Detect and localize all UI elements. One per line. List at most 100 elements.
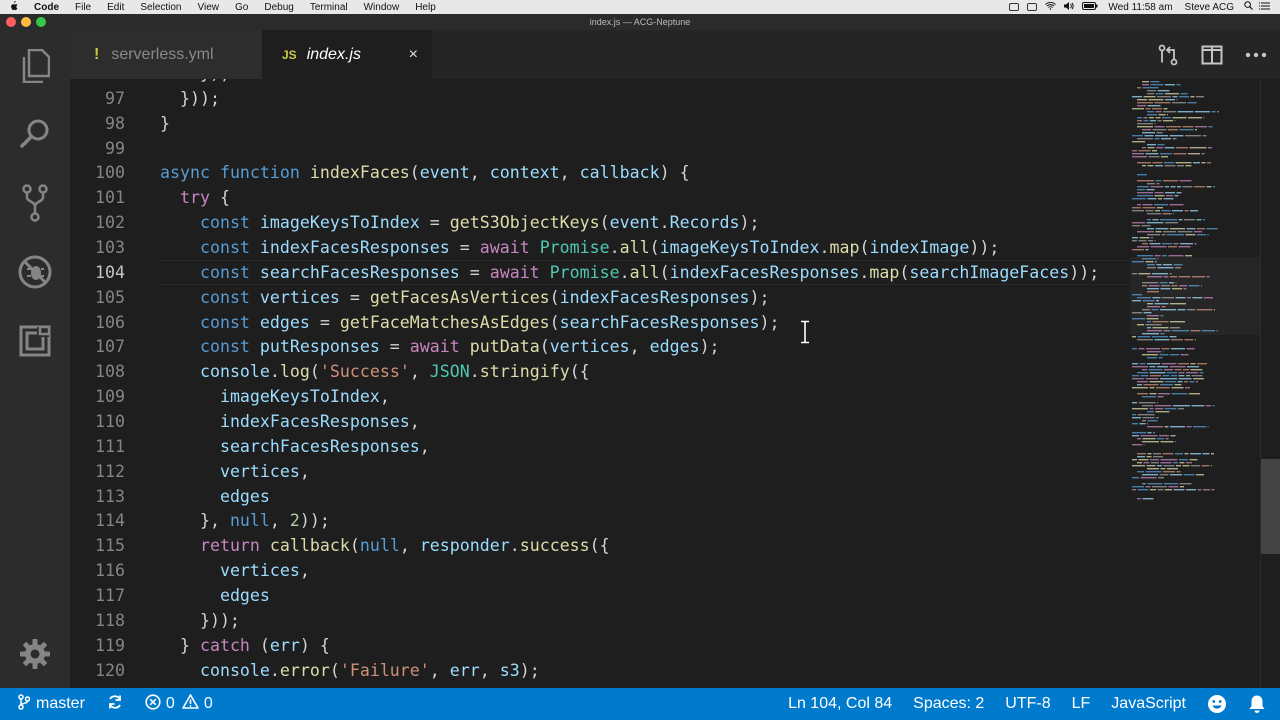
- spotlight-search-icon[interactable]: [1244, 1, 1253, 13]
- sync-button[interactable]: [107, 694, 123, 715]
- code-text: searchFacesResponses,: [219, 436, 430, 456]
- end-of-line[interactable]: LF: [1072, 695, 1091, 713]
- minimize-window-button[interactable]: [21, 17, 31, 27]
- line-number: 105: [95, 287, 125, 307]
- code-line[interactable]: 101 try {: [70, 185, 1130, 210]
- code-line[interactable]: 120 console.error('Failure', err, s3);: [70, 658, 1130, 683]
- code-line[interactable]: 102 const imageKeysToIndex = getS3Object…: [70, 210, 1130, 235]
- line-number: 107: [95, 337, 125, 357]
- code-line[interactable]: 114 }, null, 2));: [70, 508, 1130, 533]
- line-number: 115: [95, 536, 125, 556]
- code-text: const searchFacesResponses = await Promi…: [199, 262, 1100, 282]
- sync-icon: [107, 694, 123, 715]
- code-line[interactable]: 119 } catch (err) {: [70, 633, 1130, 658]
- line-number: 108: [95, 362, 125, 382]
- language-mode[interactable]: JavaScript: [1111, 695, 1186, 713]
- tab-index-js[interactable]: JS index.js ×: [262, 30, 432, 79]
- menu-file[interactable]: File: [67, 2, 99, 13]
- gear-icon[interactable]: [15, 634, 55, 674]
- more-actions-icon[interactable]: [1242, 41, 1270, 69]
- open-changes-icon[interactable]: [1154, 41, 1182, 69]
- menu-selection[interactable]: Selection: [132, 2, 189, 13]
- menu-terminal[interactable]: Terminal: [302, 2, 356, 13]
- file-encoding[interactable]: UTF-8: [1005, 695, 1050, 713]
- minimap[interactable]: [1130, 79, 1260, 688]
- line-number: 112: [95, 461, 125, 481]
- code-line[interactable]: 104 const searchFacesResponses = await P…: [70, 260, 1130, 285]
- explorer-icon[interactable]: [15, 46, 55, 86]
- text-cursor-ibeam-icon: [799, 320, 811, 344]
- volume-icon[interactable]: [1064, 1, 1075, 13]
- code-line[interactable]: 111 searchFacesResponses,: [70, 434, 1130, 459]
- code-editor[interactable]: 96 });97 }));98}99100async function inde…: [70, 79, 1130, 688]
- code-line[interactable]: 98}: [70, 111, 1130, 136]
- extensions-icon[interactable]: [15, 321, 55, 361]
- debug-icon[interactable]: [15, 252, 55, 292]
- line-number: 101: [95, 188, 125, 208]
- line-number: 98: [105, 113, 125, 133]
- close-window-button[interactable]: [6, 17, 16, 27]
- battery-icon[interactable]: [1082, 1, 1098, 13]
- tab-serverless-yml[interactable]: ! serverless.yml: [70, 30, 262, 79]
- cursor-position[interactable]: Ln 104, Col 84: [788, 695, 892, 713]
- menubar-clock[interactable]: Wed 11:58 am: [1102, 2, 1178, 13]
- javascript-file-icon: JS: [282, 47, 297, 62]
- git-branch-status[interactable]: master: [18, 693, 85, 715]
- code-line[interactable]: 110 indexFacesResponses,: [70, 409, 1130, 434]
- code-line[interactable]: 97 }));: [70, 86, 1130, 111]
- code-line[interactable]: 113 edges: [70, 484, 1130, 509]
- error-icon: [145, 693, 161, 715]
- code-line[interactable]: 106 const edges = getFaceMatchesAsEdges(…: [70, 310, 1130, 335]
- menu-help[interactable]: Help: [407, 2, 444, 13]
- wifi-icon[interactable]: [1045, 1, 1057, 13]
- code-text: console.error('Failure', err, s3);: [199, 660, 540, 680]
- menu-go[interactable]: Go: [227, 2, 256, 13]
- code-text: edges: [219, 486, 270, 506]
- airplay-icon[interactable]: [1027, 3, 1038, 11]
- scrollbar-thumb[interactable]: [1261, 459, 1280, 554]
- code-line[interactable]: 109 imageKeysToIndex,: [70, 384, 1130, 409]
- editor-tab-bar: ! serverless.yml JS index.js ×: [70, 30, 1280, 79]
- menubar-user[interactable]: Steve ACG: [1179, 2, 1240, 13]
- line-number: 114: [95, 511, 125, 531]
- code-line[interactable]: 100 async function indexFaces(event, cont…: [70, 160, 1130, 185]
- code-line[interactable]: 117 edges: [70, 583, 1130, 608]
- zoom-window-button[interactable]: [36, 17, 46, 27]
- code-line[interactable]: 116 vertices,: [70, 558, 1130, 583]
- macos-menu-bar: Code File Edit Selection View Go Debug T…: [0, 0, 1280, 14]
- menu-debug[interactable]: Debug: [256, 2, 301, 13]
- screen-record-icon[interactable]: [1009, 3, 1020, 11]
- code-line[interactable]: 99: [70, 136, 1130, 161]
- line-number: 106: [95, 312, 125, 332]
- code-line[interactable]: 107 const putResponses = await putData(v…: [70, 334, 1130, 359]
- code-text: }));: [160, 88, 220, 108]
- code-text: }));: [160, 610, 240, 630]
- code-line[interactable]: 105 const vertices = getFacesAsVertices(…: [70, 285, 1130, 310]
- code-text: indexFacesResponses,: [219, 412, 420, 432]
- indentation-setting[interactable]: Spaces: 2: [913, 695, 984, 713]
- code-line[interactable]: 118 }));: [70, 608, 1130, 633]
- code-line[interactable]: 115 return callback(null, responder.succ…: [70, 533, 1130, 558]
- code-text: vertices,: [219, 461, 310, 481]
- source-control-icon[interactable]: [15, 183, 55, 223]
- code-line[interactable]: 103 const indexFacesResponses = await Pr…: [70, 235, 1130, 260]
- search-icon[interactable]: [15, 114, 55, 154]
- problems-status[interactable]: 0 0: [145, 693, 213, 715]
- close-tab-icon[interactable]: ×: [409, 46, 418, 64]
- vertical-scrollbar[interactable]: [1260, 79, 1280, 688]
- line-number: 118: [95, 610, 125, 630]
- apple-icon[interactable]: [0, 0, 26, 14]
- git-branch-icon: [18, 693, 31, 715]
- error-count: 0: [165, 695, 175, 712]
- split-editor-icon[interactable]: [1198, 41, 1226, 69]
- code-line[interactable]: 108 console.log('Success', JSON.stringif…: [70, 359, 1130, 384]
- menu-window[interactable]: Window: [356, 2, 408, 13]
- line-number: 117: [95, 586, 125, 606]
- notification-center-icon[interactable]: [1259, 1, 1270, 13]
- code-line[interactable]: 112 vertices,: [70, 459, 1130, 484]
- menu-view[interactable]: View: [190, 2, 228, 13]
- menu-edit[interactable]: Edit: [99, 2, 132, 13]
- feedback-smiley-icon[interactable]: [1207, 694, 1227, 714]
- notifications-bell-icon[interactable]: [1248, 694, 1266, 714]
- menu-app-code[interactable]: Code: [26, 2, 67, 13]
